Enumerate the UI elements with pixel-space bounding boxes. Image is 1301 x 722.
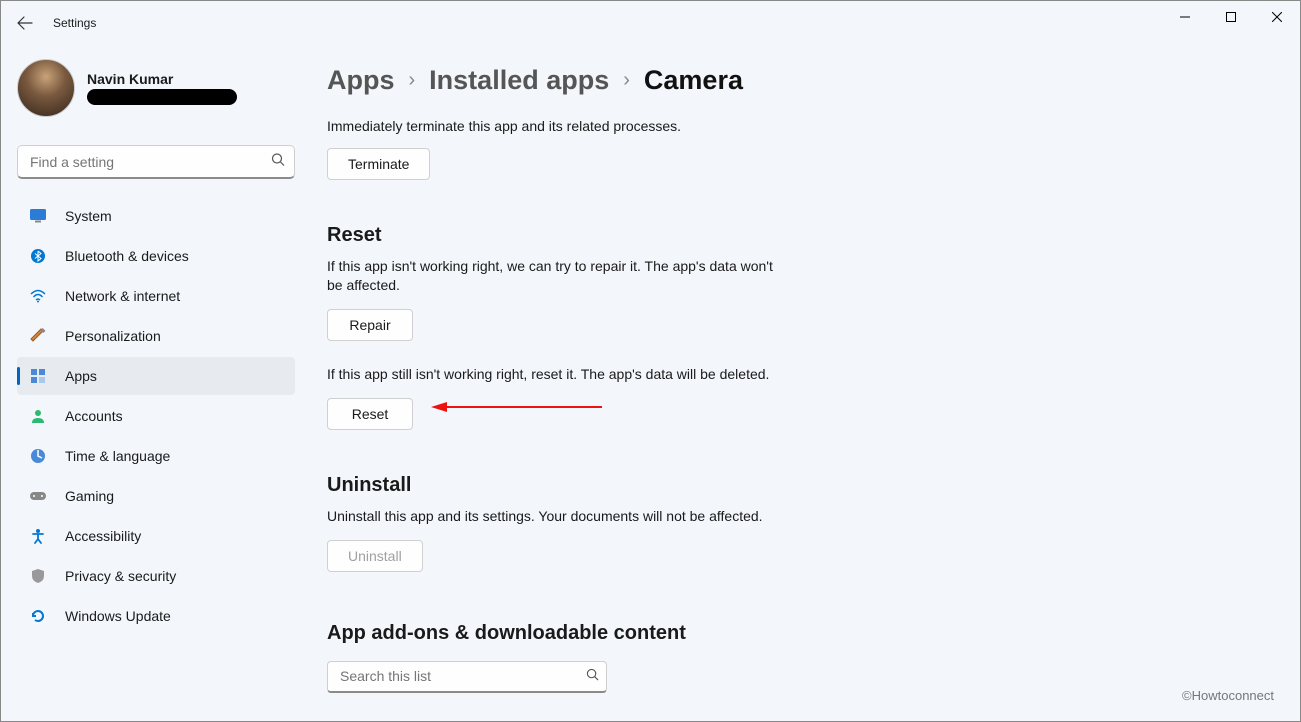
sidebar: Navin Kumar System Bluetooth & devices N…: [1, 45, 301, 721]
sidebar-item-label: Windows Update: [65, 608, 171, 624]
sidebar-item-accounts[interactable]: Accounts: [17, 397, 295, 435]
accessibility-icon: [29, 527, 47, 545]
sidebar-item-label: Bluetooth & devices: [65, 248, 189, 264]
chevron-right-icon: ›: [623, 69, 630, 92]
search-wrap: [17, 145, 295, 179]
sidebar-item-gaming[interactable]: Gaming: [17, 477, 295, 515]
addons-search-input[interactable]: [327, 661, 607, 693]
search-icon: [586, 668, 599, 686]
main-content: Apps › Installed apps › Camera Immediate…: [321, 45, 1300, 721]
sidebar-item-label: Accessibility: [65, 528, 141, 544]
sidebar-item-label: Time & language: [65, 448, 170, 464]
terminate-desc: Immediately terminate this app and its r…: [327, 118, 1270, 134]
user-email-redacted: [87, 89, 237, 105]
crumb-current: Camera: [644, 65, 743, 96]
uninstall-desc: Uninstall this app and its settings. You…: [327, 507, 927, 526]
sidebar-item-personalization[interactable]: Personalization: [17, 317, 295, 355]
wifi-icon: [29, 287, 47, 305]
sidebar-item-network[interactable]: Network & internet: [17, 277, 295, 315]
sidebar-item-label: Apps: [65, 368, 97, 384]
sidebar-item-label: Personalization: [65, 328, 161, 344]
user-block[interactable]: Navin Kumar: [17, 55, 301, 129]
breadcrumb: Apps › Installed apps › Camera: [327, 65, 1270, 96]
addons-heading: App add-ons & downloadable content: [327, 622, 1270, 645]
crumb-apps[interactable]: Apps: [327, 65, 395, 96]
window-title: Settings: [53, 16, 96, 30]
apps-icon: [29, 367, 47, 385]
maximize-button[interactable]: [1208, 1, 1254, 33]
person-icon: [29, 407, 47, 425]
sidebar-item-system[interactable]: System: [17, 197, 295, 235]
clock-globe-icon: [29, 447, 47, 465]
reset-button[interactable]: Reset: [327, 398, 413, 430]
chevron-right-icon: ›: [409, 69, 416, 92]
brush-icon: [29, 327, 47, 345]
sidebar-item-bluetooth[interactable]: Bluetooth & devices: [17, 237, 295, 275]
update-icon: [29, 607, 47, 625]
arrow-left-icon: [17, 15, 33, 31]
uninstall-heading: Uninstall: [327, 474, 1270, 497]
bluetooth-icon: [29, 247, 47, 265]
sidebar-item-privacy[interactable]: Privacy & security: [17, 557, 295, 595]
addons-search-wrap: [327, 661, 607, 693]
sidebar-item-update[interactable]: Windows Update: [17, 597, 295, 635]
sidebar-item-apps[interactable]: Apps: [17, 357, 295, 395]
monitor-icon: [29, 207, 47, 225]
repair-button[interactable]: Repair: [327, 309, 413, 341]
user-name: Navin Kumar: [87, 71, 237, 87]
gamepad-icon: [29, 487, 47, 505]
window-controls: [1162, 1, 1300, 33]
minimize-button[interactable]: [1162, 1, 1208, 33]
repair-desc: If this app isn't working right, we can …: [327, 257, 787, 295]
titlebar: Settings: [1, 1, 1300, 45]
nav: System Bluetooth & devices Network & int…: [17, 197, 295, 635]
sidebar-item-label: Accounts: [65, 408, 123, 424]
sidebar-item-label: Privacy & security: [65, 568, 176, 584]
crumb-installed[interactable]: Installed apps: [429, 65, 609, 96]
annotation-arrow: [427, 400, 607, 414]
sidebar-item-time[interactable]: Time & language: [17, 437, 295, 475]
back-button[interactable]: [5, 3, 45, 43]
shield-icon: [29, 567, 47, 585]
sidebar-item-accessibility[interactable]: Accessibility: [17, 517, 295, 555]
close-button[interactable]: [1254, 1, 1300, 33]
terminate-button[interactable]: Terminate: [327, 148, 430, 180]
sidebar-item-label: Network & internet: [65, 288, 180, 304]
search-input[interactable]: [17, 145, 295, 179]
uninstall-button[interactable]: Uninstall: [327, 540, 423, 572]
sidebar-item-label: System: [65, 208, 112, 224]
reset-desc: If this app still isn't working right, r…: [327, 365, 927, 384]
search-icon: [271, 153, 285, 172]
reset-heading: Reset: [327, 224, 1270, 247]
sidebar-item-label: Gaming: [65, 488, 114, 504]
watermark: ©Howtoconnect: [1182, 688, 1274, 703]
avatar: [17, 59, 75, 117]
